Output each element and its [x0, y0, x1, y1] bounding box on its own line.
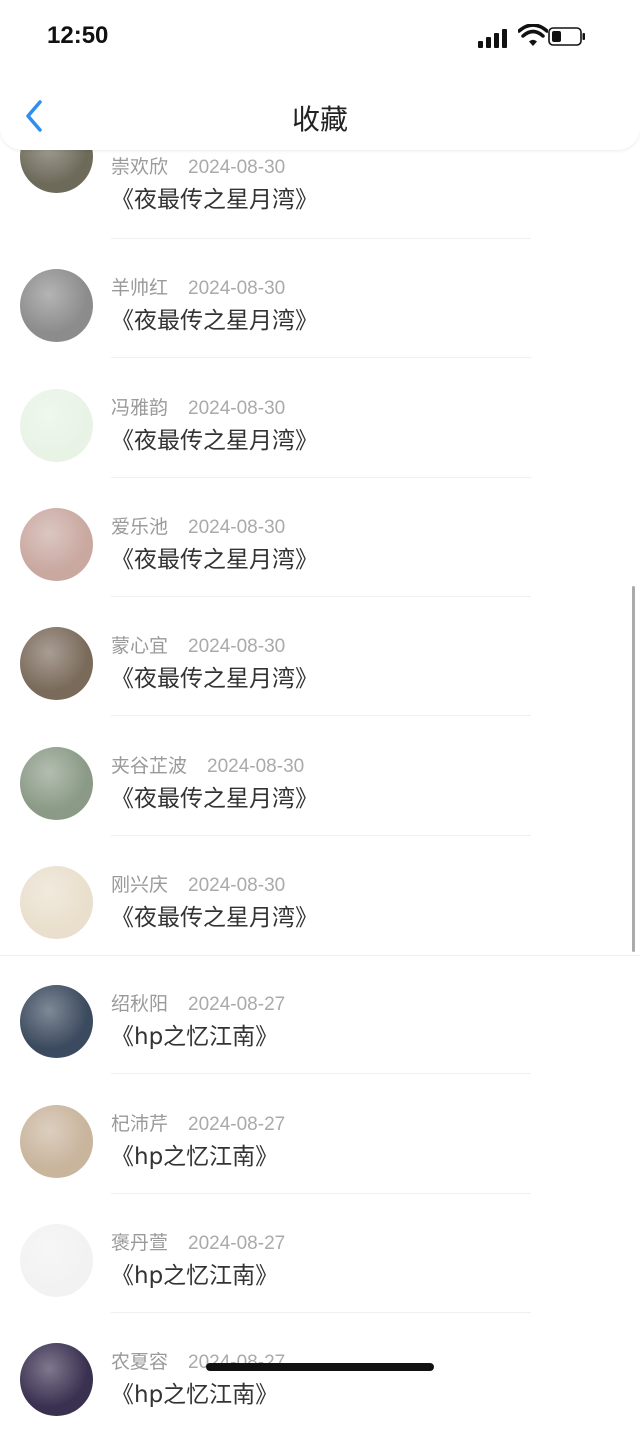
date: 2024-08-30 [188, 278, 286, 299]
list-item[interactable]: 蒙心宜 2024-08-30 《夜最传之星月湾》 [0, 597, 640, 716]
signal-icon [478, 28, 508, 48]
user-name: 蒙心宜 [111, 635, 169, 657]
book-title: 《夜最传之星月湾》 [111, 905, 318, 931]
avatar [20, 269, 93, 342]
book-title: 《hp之忆江南》 [111, 1382, 279, 1408]
battery-icon [548, 27, 585, 46]
book-title: 《hp之忆江南》 [111, 1024, 279, 1050]
section-divider [0, 955, 640, 956]
list-item[interactable]: 绍秋阳 2024-08-27 《hp之忆江南》 [0, 955, 640, 1074]
book-title: 《hp之忆江南》 [111, 1144, 279, 1170]
date: 2024-08-30 [188, 398, 286, 419]
home-indicator [206, 1363, 434, 1371]
list-item[interactable]: 农夏容2024-08-27 《hp之忆江南》 [0, 1313, 640, 1432]
user-name: 夹谷芷波 [111, 755, 188, 777]
avatar [20, 747, 93, 820]
user-name: 杞沛芹 [111, 1113, 169, 1135]
user-name: 羊帅红 [111, 277, 169, 299]
book-title: 《夜最传之星月湾》 [111, 786, 318, 812]
user-name: 农夏容 [111, 1351, 169, 1373]
avatar [20, 866, 93, 939]
user-name: 冯雅韵 [111, 397, 169, 419]
list-item[interactable]: 冯雅韵 2024-08-30 《夜最传之星月湾》 [0, 359, 640, 478]
user-name: 崇欢欣 [111, 156, 169, 178]
divider [111, 715, 531, 716]
status-time: 12:50 [47, 22, 109, 49]
list-item[interactable]: 夹谷芷波 2024-08-30 《夜最传之星月湾》 [0, 717, 640, 836]
scrollbar[interactable] [632, 586, 635, 952]
date: 2024-08-27 [188, 1114, 286, 1135]
book-title: 《夜最传之星月湾》 [111, 187, 318, 213]
avatar [20, 1105, 93, 1178]
avatar [20, 1224, 93, 1297]
list-item[interactable]: 爱乐池 2024-08-30 《夜最传之星月湾》 [0, 478, 640, 597]
user-name: 刚兴庆 [111, 874, 169, 896]
book-title: 《夜最传之星月湾》 [111, 666, 318, 692]
list-item[interactable]: 羊帅红 2024-08-30 《夜最传之星月湾》 [0, 239, 640, 358]
book-title: 《夜最传之星月湾》 [111, 308, 318, 334]
date: 2024-08-27 [188, 1233, 286, 1254]
list-item[interactable]: 刚兴庆 2024-08-30 《夜最传之星月湾》 [0, 836, 640, 955]
date: 2024-08-27 [188, 994, 286, 1015]
wifi-icon [518, 24, 548, 46]
book-title: 《夜最传之星月湾》 [111, 428, 318, 454]
list-item[interactable]: 杞沛芹 2024-08-27 《hp之忆江南》 [0, 1075, 640, 1194]
user-name: 绍秋阳 [111, 993, 169, 1015]
book-title: 《hp之忆江南》 [111, 1263, 279, 1289]
date: 2024-08-30 [188, 875, 286, 896]
user-name: 褒丹萱 [111, 1232, 169, 1254]
divider [111, 357, 531, 358]
page-title: 收藏 [291, 103, 348, 136]
user-name: 爱乐池 [111, 516, 169, 538]
date: 2024-08-30 [188, 636, 286, 657]
date: 2024-08-30 [188, 157, 286, 178]
nav-header: 12:50 收藏 [0, 0, 640, 150]
book-title: 《夜最传之星月湾》 [111, 547, 318, 573]
avatar [20, 1343, 93, 1416]
date: 2024-08-30 [188, 517, 286, 538]
avatar [20, 985, 93, 1058]
divider [111, 1073, 531, 1074]
avatar [20, 508, 93, 581]
avatar [20, 389, 93, 462]
list-item[interactable]: 褒丹萱 2024-08-27 《hp之忆江南》 [0, 1194, 640, 1313]
avatar [20, 627, 93, 700]
date: 2024-08-30 [207, 756, 305, 777]
